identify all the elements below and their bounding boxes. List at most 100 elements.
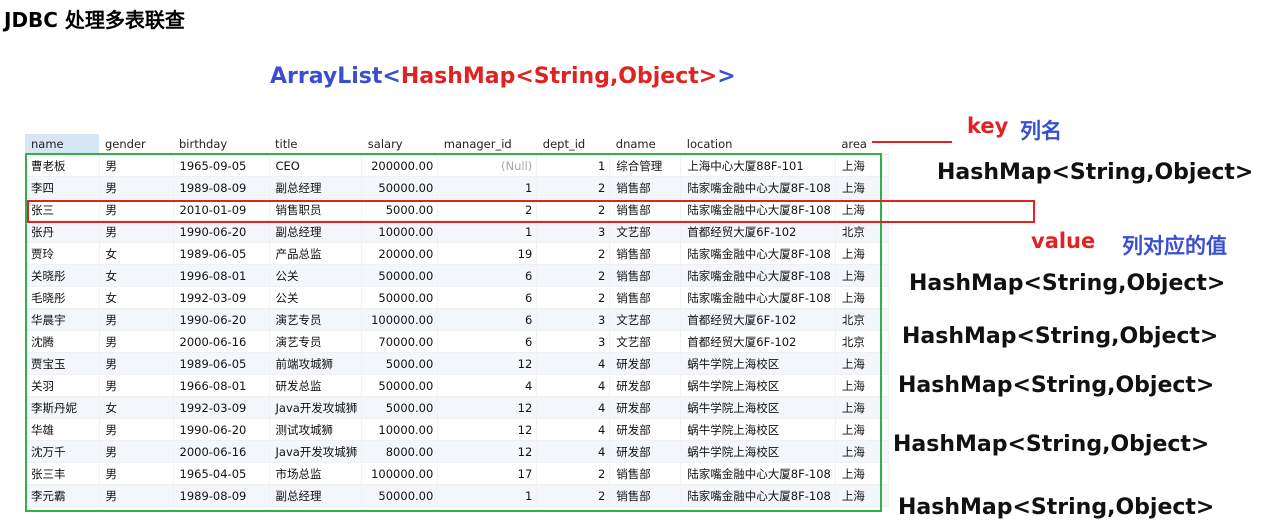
cell-location[interactable]: 陆家嘴金融中心大厦8F-108 [680, 264, 836, 287]
cell-location[interactable]: 蜗牛学院上海校区 [680, 440, 836, 463]
cell-dname[interactable]: 文艺部 [609, 308, 682, 331]
cell-dname[interactable]: 销售部 [609, 462, 682, 485]
cell-area[interactable]: 上海 [835, 418, 889, 441]
cell-name[interactable]: 华雄 [25, 418, 100, 441]
cell-dept-id[interactable]: 4 [536, 374, 611, 397]
column-header-salary[interactable]: salary [361, 134, 438, 155]
cell-location[interactable]: 蜗牛学院上海校区 [680, 418, 836, 441]
cell-dept-id[interactable]: 3 [536, 308, 611, 331]
cell-location[interactable]: 蜗牛学院上海校区 [680, 352, 836, 375]
cell-manager-id[interactable]: 12 [437, 440, 538, 463]
cell-title[interactable]: 副总经理 [269, 176, 363, 199]
cell-salary[interactable]: 8000.00 [361, 440, 439, 463]
cell-birthday[interactable]: 1966-08-01 [173, 374, 270, 397]
cell-title[interactable]: 公关 [269, 264, 363, 287]
cell-area[interactable]: 北京 [835, 220, 889, 243]
cell-area[interactable]: 上海 [835, 264, 889, 287]
cell-birthday[interactable]: 1990-06-20 [173, 418, 270, 441]
cell-title[interactable]: Java开发攻城狮 [269, 440, 363, 463]
cell-title[interactable]: 市场总监 [269, 462, 363, 485]
cell-salary[interactable]: 50000.00 [361, 264, 439, 287]
cell-name[interactable]: 张丹 [25, 220, 100, 243]
cell-birthday[interactable]: 1992-03-09 [173, 396, 270, 419]
cell-location[interactable]: 首都经贸大厦6F-102 [680, 330, 836, 353]
column-header-manager-id[interactable]: manager_id [437, 134, 537, 155]
cell-title[interactable]: 研发总监 [269, 374, 363, 397]
cell-manager-id[interactable]: 6 [437, 308, 538, 331]
cell-salary[interactable]: 50000.00 [361, 286, 439, 309]
cell-area[interactable]: 上海 [835, 286, 889, 309]
cell-dept-id[interactable]: 1 [536, 154, 611, 177]
cell-location[interactable]: 陆家嘴金融中心大厦8F-108 [680, 462, 836, 485]
cell-location[interactable]: 陆家嘴金融中心大厦8F-108 [680, 484, 836, 507]
cell-name[interactable]: 华晨宇 [25, 308, 100, 331]
cell-area[interactable]: 上海 [835, 242, 889, 265]
cell-name[interactable]: 李四 [25, 176, 100, 199]
cell-manager-id[interactable]: 4 [437, 374, 538, 397]
cell-gender[interactable]: 男 [99, 352, 174, 375]
column-header-area[interactable]: area [835, 134, 889, 155]
cell-name[interactable]: 毛晓彤 [25, 286, 100, 309]
cell-location[interactable]: 蜗牛学院上海校区 [680, 396, 836, 419]
cell-title[interactable]: CEO [269, 154, 363, 177]
table-row[interactable]: 华晨宇男 1990-06-20 演艺专员 100000.00 6 3 文艺部 首都经贸大厦6F… [25, 308, 889, 331]
cell-dept-id[interactable]: 4 [536, 440, 611, 463]
cell-gender[interactable]: 男 [99, 198, 174, 221]
cell-manager-id[interactable]: 6 [437, 264, 538, 287]
cell-manager-id[interactable]: 12 [437, 418, 538, 441]
column-header-location[interactable]: location [680, 134, 836, 155]
cell-area[interactable]: 上海 [835, 396, 889, 419]
cell-salary[interactable]: 10000.00 [361, 418, 439, 441]
cell-dept-id[interactable]: 2 [536, 242, 611, 265]
column-header-dept-id[interactable]: dept_id [536, 134, 610, 155]
cell-manager-id[interactable]: 17 [437, 462, 538, 485]
cell-title[interactable]: 副总经理 [269, 484, 363, 507]
cell-birthday[interactable]: 2000-06-16 [173, 440, 270, 463]
cell-dname[interactable]: 研发部 [609, 374, 682, 397]
cell-title[interactable]: 演艺专员 [269, 330, 363, 353]
cell-title[interactable]: 销售职员 [269, 198, 363, 221]
cell-location[interactable]: 陆家嘴金融中心大厦8F-108 [680, 242, 836, 265]
cell-dname[interactable]: 研发部 [609, 440, 682, 463]
cell-salary[interactable]: 70000.00 [361, 330, 439, 353]
cell-dept-id[interactable]: 4 [536, 396, 611, 419]
cell-name[interactable]: 关羽 [25, 374, 100, 397]
cell-manager-id[interactable]: 1 [437, 176, 538, 199]
cell-name[interactable]: 曹老板 [25, 154, 100, 177]
table-row[interactable]: 沈万千男 2000-06-16 Java开发攻城狮 8000.00 12 4 研发部 蜗牛学院… [25, 440, 889, 463]
cell-title[interactable]: 副总经理 [269, 220, 363, 243]
cell-gender[interactable]: 男 [99, 440, 174, 463]
cell-birthday[interactable]: 1989-08-09 [173, 484, 270, 507]
cell-location[interactable]: 陆家嘴金融中心大厦8F-108 [680, 198, 836, 221]
cell-location[interactable]: 蜗牛学院上海校区 [680, 374, 836, 397]
table-row[interactable]: 李斯丹妮女 1992-03-09 Java开发攻城狮 5000.00 12 4 研发部 蜗牛学… [25, 396, 889, 419]
cell-dept-id[interactable]: 3 [536, 330, 611, 353]
table-row[interactable]: 毛晓彤女 1992-03-09 公关 50000.00 6 2 销售部 陆家嘴金融中心大厦8F… [25, 286, 889, 309]
cell-dept-id[interactable]: 2 [536, 462, 611, 485]
cell-manager-id[interactable]: 12 [437, 396, 538, 419]
cell-area[interactable]: 北京 [835, 330, 889, 353]
cell-dname[interactable]: 销售部 [609, 484, 682, 507]
cell-gender[interactable]: 男 [99, 418, 174, 441]
cell-dname[interactable]: 综合管理 [609, 154, 682, 177]
cell-birthday[interactable]: 1965-09-05 [173, 154, 270, 177]
cell-area[interactable]: 上海 [835, 462, 889, 485]
cell-dname[interactable]: 文艺部 [609, 330, 682, 353]
cell-manager-id[interactable]: 6 [437, 330, 538, 353]
cell-dname[interactable]: 销售部 [609, 176, 682, 199]
cell-gender[interactable]: 女 [99, 264, 174, 287]
table-row[interactable]: 李四男 1989-08-09 副总经理 50000.00 1 2 销售部 陆家嘴金融中心大厦8… [25, 176, 889, 199]
cell-dept-id[interactable]: 2 [536, 484, 611, 507]
cell-birthday[interactable]: 1989-06-05 [173, 352, 270, 375]
cell-location[interactable]: 上海中心大厦88F-101 [680, 154, 836, 177]
cell-manager-id[interactable]: 6 [437, 286, 538, 309]
cell-birthday[interactable]: 1990-06-20 [173, 308, 270, 331]
cell-title[interactable]: 演艺专员 [269, 308, 363, 331]
cell-name[interactable]: 李元霸 [25, 484, 100, 507]
cell-dname[interactable]: 销售部 [609, 198, 682, 221]
cell-dname[interactable]: 销售部 [609, 286, 682, 309]
cell-birthday[interactable]: 2000-06-16 [173, 330, 270, 353]
cell-salary[interactable]: 50000.00 [361, 374, 439, 397]
cell-gender[interactable]: 男 [99, 330, 174, 353]
cell-gender[interactable]: 男 [99, 176, 174, 199]
